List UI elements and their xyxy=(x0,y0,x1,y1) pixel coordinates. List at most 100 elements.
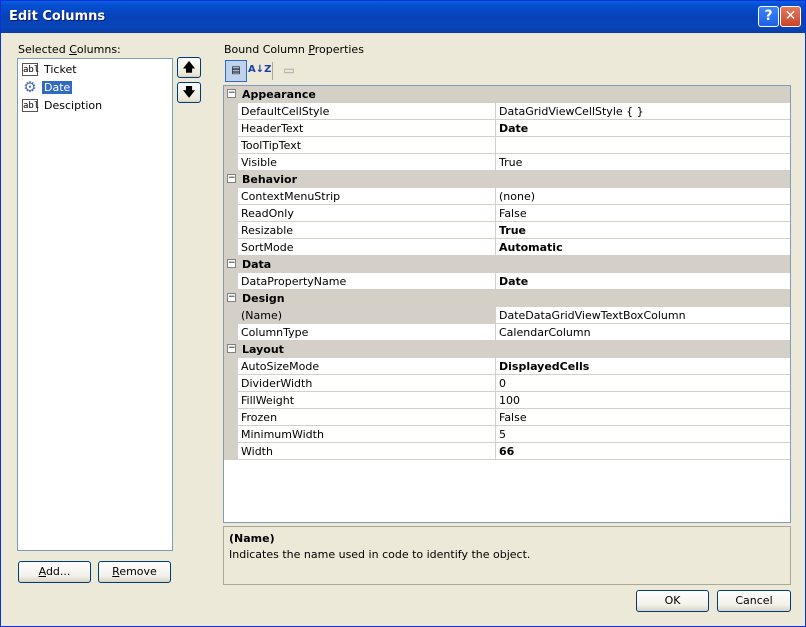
button-text: Cancel xyxy=(735,594,773,607)
property-name: Resizable xyxy=(238,222,496,239)
category-data[interactable]: − Data xyxy=(224,256,790,273)
property-value[interactable]: False xyxy=(496,205,790,222)
help-button[interactable]: ? xyxy=(758,6,779,27)
property-name: DefaultCellStyle xyxy=(238,103,496,120)
bound-column-properties-label: Bound Column Properties xyxy=(224,43,364,56)
row-gutter xyxy=(224,120,238,137)
categorized-button[interactable]: ▤ xyxy=(225,60,247,82)
property-name: SortMode xyxy=(238,239,496,256)
property-value[interactable]: True xyxy=(496,222,790,239)
property-value[interactable]: DataGridViewCellStyle { } xyxy=(496,103,790,120)
category-name: Design xyxy=(242,292,285,305)
collapse-icon[interactable]: − xyxy=(227,174,236,183)
row-gutter xyxy=(224,222,238,239)
property-row[interactable]: Frozen False xyxy=(224,409,790,426)
property-name: Visible xyxy=(238,154,496,171)
property-row[interactable]: DividerWidth 0 xyxy=(224,375,790,392)
collapse-icon[interactable]: − xyxy=(227,89,236,98)
property-value[interactable]: 5 xyxy=(496,426,790,443)
property-pages-button[interactable]: ▭ xyxy=(278,60,300,82)
property-row[interactable]: Width 66 xyxy=(224,443,790,460)
property-row[interactable]: Visible True xyxy=(224,154,790,171)
property-value[interactable]: 0 xyxy=(496,375,790,392)
toolbar-separator xyxy=(272,62,273,80)
property-value[interactable]: CalendarColumn xyxy=(496,324,790,341)
property-value[interactable]: Date xyxy=(496,273,790,290)
property-row[interactable]: DefaultCellStyle DataGridViewCellStyle {… xyxy=(224,103,790,120)
property-name: Width xyxy=(238,443,496,460)
property-row-selected[interactable]: (Name) DateDataGridViewTextBoxColumn xyxy=(224,307,790,324)
row-gutter xyxy=(224,188,238,205)
list-item-description[interactable]: abl Desciption xyxy=(20,97,170,114)
list-item-ticket[interactable]: abl Ticket xyxy=(20,61,170,78)
property-row[interactable]: HeaderText Date xyxy=(224,120,790,137)
close-button[interactable]: ✕ xyxy=(780,6,801,27)
property-name: ToolTipText xyxy=(238,137,496,154)
description-title: (Name) xyxy=(229,532,275,545)
collapse-icon[interactable]: − xyxy=(227,259,236,268)
property-name: Frozen xyxy=(238,409,496,426)
collapse-icon[interactable]: − xyxy=(227,293,236,302)
title-bar[interactable]: Edit Columns ? ✕ xyxy=(1,1,805,33)
description-text: Indicates the name used in code to ident… xyxy=(229,548,531,561)
property-value[interactable] xyxy=(496,137,790,154)
property-row[interactable]: ContextMenuStrip (none) xyxy=(224,188,790,205)
cancel-button[interactable]: Cancel xyxy=(717,590,791,612)
property-row[interactable]: MinimumWidth 5 xyxy=(224,426,790,443)
label-text: Selected xyxy=(18,43,70,56)
label-text: roperties xyxy=(314,43,364,56)
window-title: Edit Columns xyxy=(9,9,106,24)
property-value[interactable]: 66 xyxy=(496,443,790,460)
property-value[interactable]: Automatic xyxy=(496,239,790,256)
property-row[interactable]: AutoSizeMode DisplayedCells xyxy=(224,358,790,375)
property-value[interactable]: DateDataGridViewTextBoxColumn xyxy=(496,307,790,324)
property-grid[interactable]: − Appearance DefaultCellStyle DataGridVi… xyxy=(223,85,791,523)
property-value[interactable]: (none) xyxy=(496,188,790,205)
row-gutter xyxy=(224,426,238,443)
property-row[interactable]: DataPropertyName Date xyxy=(224,273,790,290)
property-row[interactable]: SortMode Automatic xyxy=(224,239,790,256)
collapse-icon[interactable]: − xyxy=(227,344,236,353)
property-row[interactable]: ColumnType CalendarColumn xyxy=(224,324,790,341)
property-value[interactable]: False xyxy=(496,409,790,426)
category-behavior[interactable]: − Behavior xyxy=(224,171,790,188)
property-name: DataPropertyName xyxy=(238,273,496,290)
ok-button[interactable]: OK xyxy=(636,590,709,612)
list-item-date[interactable]: ⚙ Date xyxy=(20,79,170,96)
property-row[interactable]: ReadOnly False xyxy=(224,205,790,222)
category-name: Appearance xyxy=(242,88,316,101)
property-pages-icon: ▭ xyxy=(283,63,295,77)
row-gutter xyxy=(224,375,238,392)
property-value[interactable]: True xyxy=(496,154,790,171)
list-item-label: Desciption xyxy=(44,99,103,112)
property-name: FillWeight xyxy=(238,392,496,409)
move-down-button[interactable]: 🡇 xyxy=(177,82,201,103)
category-name: Behavior xyxy=(242,173,298,186)
property-value[interactable]: DisplayedCells xyxy=(496,358,790,375)
property-name: ReadOnly xyxy=(238,205,496,222)
add-button[interactable]: Add... xyxy=(18,561,91,583)
selected-columns-list[interactable]: abl Ticket ⚙ Date abl Desciption xyxy=(17,58,173,551)
property-row[interactable]: ToolTipText xyxy=(224,137,790,154)
arrow-up-icon: 🡅 xyxy=(182,60,196,74)
property-value[interactable]: 100 xyxy=(496,392,790,409)
list-item-label: Date xyxy=(42,81,73,94)
row-gutter xyxy=(224,205,238,222)
edit-columns-dialog: Edit Columns ? ✕ Selected Columns: abl T… xyxy=(0,0,806,627)
property-row[interactable]: Resizable True xyxy=(224,222,790,239)
row-gutter xyxy=(224,392,238,409)
property-value[interactable]: Date xyxy=(496,120,790,137)
property-name: ColumnType xyxy=(238,324,496,341)
close-icon: ✕ xyxy=(784,8,797,24)
category-layout[interactable]: − Layout xyxy=(224,341,790,358)
property-row[interactable]: FillWeight 100 xyxy=(224,392,790,409)
category-appearance[interactable]: − Appearance xyxy=(224,86,790,103)
selected-columns-label: Selected Columns: xyxy=(18,43,121,56)
category-design[interactable]: − Design xyxy=(224,290,790,307)
category-name: Layout xyxy=(242,343,284,356)
row-gutter xyxy=(224,239,238,256)
remove-button[interactable]: Remove xyxy=(98,561,171,583)
property-name: AutoSizeMode xyxy=(238,358,496,375)
move-up-button[interactable]: 🡅 xyxy=(177,57,201,78)
alphabetical-button[interactable]: A↓Z xyxy=(248,60,271,82)
